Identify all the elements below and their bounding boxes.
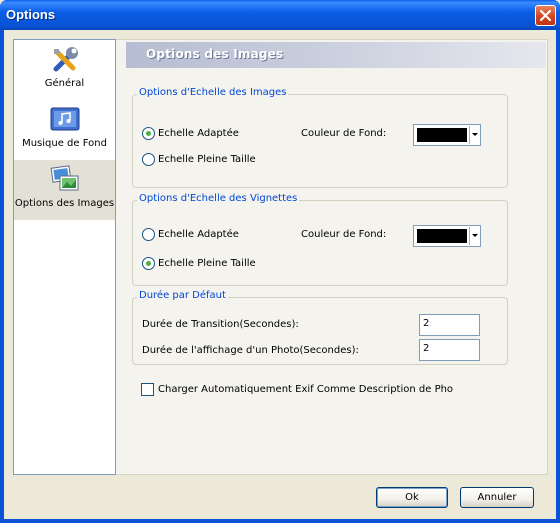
bg-color-label: Couleur de Fond: — [301, 229, 387, 240]
group-title: Durée par Défaut — [137, 290, 228, 301]
panel-title: Options des Images — [146, 47, 284, 61]
nav-item-general[interactable]: Général — [14, 40, 115, 100]
display-duration-label: Durée de l'affichage d'un Photo(Secondes… — [142, 345, 359, 356]
nav-item-music[interactable]: Musique de Fond — [14, 100, 115, 160]
dialog-body: Général Musique de Fond Options des Imag… — [4, 30, 556, 519]
transition-duration-label: Durée de Transition(Secondes): — [142, 319, 299, 330]
options-nav: Général Musique de Fond Options des Imag… — [13, 39, 116, 475]
music-icon — [50, 107, 79, 131]
thumb-scale-full-radio[interactable]: Echelle Pleine Taille — [142, 257, 256, 270]
group-title: Options d'Echelle des Images — [137, 87, 289, 98]
window-title: Options — [6, 7, 56, 22]
radio-button-selected[interactable] — [142, 257, 155, 270]
bg-color-label: Couleur de Fond: — [301, 128, 387, 139]
group-title: Options d'Echelle des Vignettes — [137, 193, 300, 204]
exif-description-checkbox[interactable]: Charger Automatiquement Exif Comme Descr… — [141, 383, 453, 396]
radio-button[interactable] — [142, 228, 155, 241]
image-bg-color-picker[interactable] — [413, 124, 481, 146]
radio-label: Echelle Pleine Taille — [158, 154, 256, 165]
radio-label: Echelle Pleine Taille — [158, 258, 256, 269]
nav-item-label: Général — [44, 78, 85, 89]
ok-button[interactable]: Ok — [376, 487, 448, 508]
display-duration-input[interactable]: 2 — [419, 339, 480, 361]
radio-button[interactable] — [142, 153, 155, 166]
transition-duration-input[interactable]: 2 — [419, 314, 480, 336]
panel-header: Options des Images — [126, 42, 546, 68]
image-scale-full-radio[interactable]: Echelle Pleine Taille — [142, 153, 256, 166]
close-icon — [540, 10, 551, 21]
color-swatch — [417, 128, 467, 142]
nav-item-label: Options des Images — [14, 198, 115, 209]
checkbox-label: Charger Automatiquement Exif Comme Descr… — [158, 384, 454, 395]
nav-item-images[interactable]: Options des Images — [14, 160, 115, 220]
chevron-down-icon[interactable] — [469, 126, 479, 144]
checkbox[interactable] — [141, 383, 154, 396]
image-scale-fit-radio[interactable]: Echelle Adaptée — [142, 127, 239, 140]
default-duration-group: Durée par Défaut Durée de Transition(Sec… — [132, 290, 508, 365]
images-icon — [50, 165, 78, 191]
radio-label: Echelle Adaptée — [158, 128, 239, 139]
title-bar[interactable]: Options — [0, 0, 560, 30]
images-options-panel: Options des Images Options d'Echelle des… — [116, 39, 548, 475]
thumbnail-scale-group: Options d'Echelle des Vignettes Echelle … — [132, 193, 508, 286]
tools-icon — [53, 47, 78, 72]
image-scale-group: Options d'Echelle des Images Echelle Ada… — [132, 87, 508, 188]
thumb-scale-fit-radio[interactable]: Echelle Adaptée — [142, 228, 239, 241]
thumb-bg-color-picker[interactable] — [413, 225, 481, 247]
radio-label: Echelle Adaptée — [158, 229, 239, 240]
cancel-button[interactable]: Annuler — [460, 487, 534, 508]
chevron-down-icon[interactable] — [469, 227, 479, 245]
close-button[interactable] — [535, 5, 556, 26]
radio-button-selected[interactable] — [142, 127, 155, 140]
color-swatch — [417, 229, 467, 243]
options-window: Options Général Musique de Fond Options … — [0, 0, 560, 523]
nav-item-label: Musique de Fond — [22, 138, 107, 149]
